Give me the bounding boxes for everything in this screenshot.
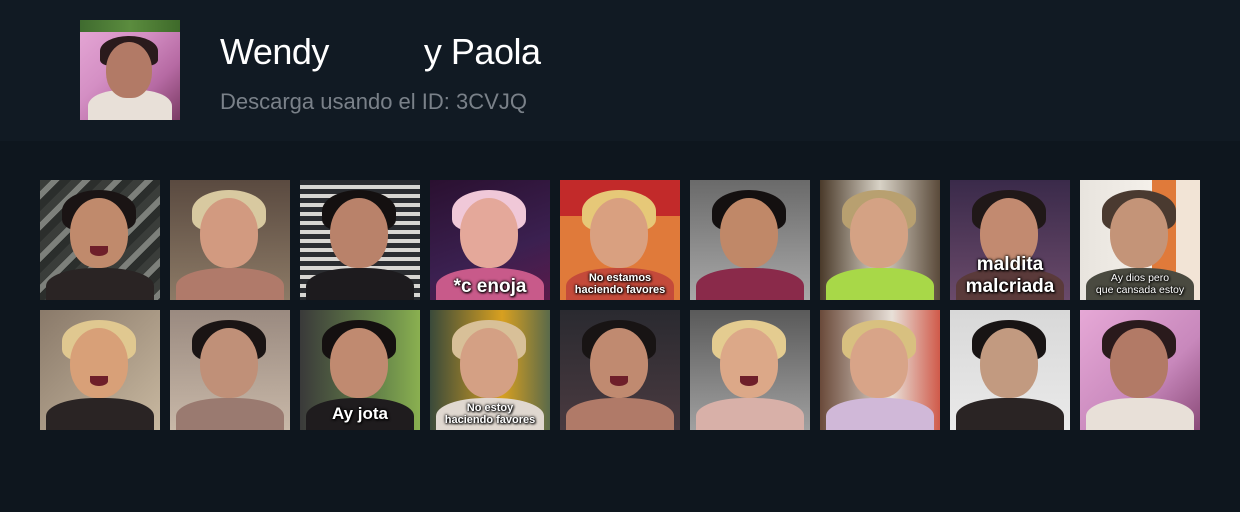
- sticker-11[interactable]: [170, 310, 290, 430]
- sticker-5[interactable]: No estamos haciendo favores: [560, 180, 680, 300]
- pack-cover-image: [80, 20, 180, 120]
- sticker-caption: maldita malcriada: [965, 254, 1055, 298]
- sticker-13[interactable]: No estoy haciendo favores: [430, 310, 550, 430]
- sticker-6[interactable]: [690, 180, 810, 300]
- sticker-16[interactable]: [820, 310, 940, 430]
- sticker-3[interactable]: [300, 180, 420, 300]
- sticker-caption: No estamos haciendo favores: [574, 271, 666, 297]
- pack-title: Wendy y Paola: [220, 31, 541, 72]
- sticker-caption: Ay dios pero que cansada estoy: [1095, 271, 1185, 296]
- pack-header: Wendy y Paola Descarga usando el ID: 3CV…: [0, 0, 1240, 141]
- sticker-14[interactable]: [560, 310, 680, 430]
- sticker-7[interactable]: [820, 180, 940, 300]
- sticker-caption: Ay jota: [331, 404, 389, 424]
- sticker-9[interactable]: Ay dios pero que cansada estoy: [1080, 180, 1200, 300]
- sticker-caption: *c enoja: [453, 276, 527, 298]
- sticker-grid: *c enoja No estamos haciendo favores mal…: [40, 180, 1200, 430]
- sticker-15[interactable]: [690, 310, 810, 430]
- sticker-4[interactable]: *c enoja: [430, 180, 550, 300]
- sticker-1[interactable]: [40, 180, 160, 300]
- sticker-10[interactable]: [40, 310, 160, 430]
- sticker-caption: No estoy haciendo favores: [444, 401, 536, 427]
- pack-download-id: Descarga usando el ID: 3CVJQ: [220, 89, 527, 114]
- sticker-8[interactable]: maldita malcriada: [950, 180, 1070, 300]
- sticker-18[interactable]: [1080, 310, 1200, 430]
- sticker-17[interactable]: [950, 310, 1070, 430]
- sticker-2[interactable]: [170, 180, 290, 300]
- sticker-12[interactable]: Ay jota: [300, 310, 420, 430]
